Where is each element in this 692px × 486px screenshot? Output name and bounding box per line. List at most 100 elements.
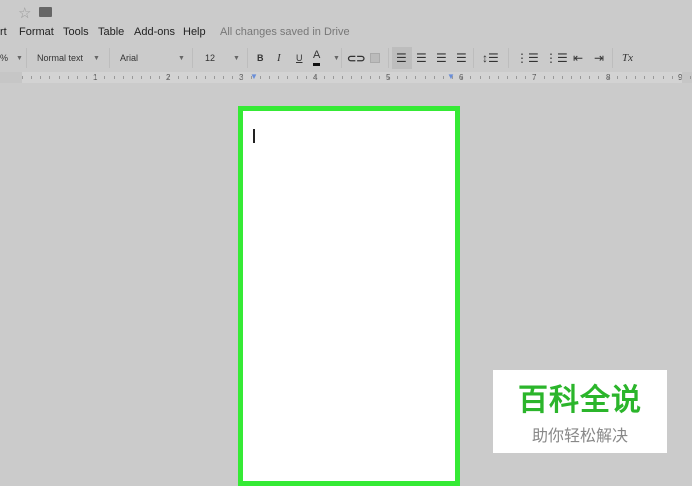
ruler-tick (607, 76, 609, 79)
link-icon[interactable]: ⊂⊃ (347, 46, 365, 70)
ruler-tick (323, 76, 325, 79)
ruler-tick (22, 76, 23, 79)
ruler-tick (214, 76, 216, 79)
folder-icon[interactable] (39, 7, 52, 17)
ruler-tick (543, 76, 545, 79)
ruler-tick (580, 76, 582, 79)
menu-addons[interactable]: Add-ons (134, 26, 175, 38)
menu-help[interactable]: Help (183, 26, 206, 38)
ruler[interactable]: 1 2 3 4 5 6 7 8 9 ▼ ▼ (0, 72, 692, 83)
ruler-tick (296, 76, 298, 79)
ruler-tick (662, 76, 664, 79)
italic-button[interactable]: I (277, 46, 281, 70)
ruler-tick (58, 76, 60, 79)
ruler-tick (269, 76, 271, 79)
font-value: Arial (120, 53, 139, 63)
watermark-title: 百科全说 (518, 384, 642, 417)
ruler-tick (351, 76, 353, 79)
ruler-tick (461, 76, 463, 79)
ruler-tick (470, 76, 472, 79)
ruler-tick (635, 76, 637, 79)
zoom-select[interactable]: % ▼ (0, 46, 23, 70)
line-spacing-icon[interactable]: ↕☰ (482, 46, 499, 70)
comment-icon[interactable] (370, 53, 380, 63)
ruler-tick (287, 76, 289, 79)
ruler-tick (552, 76, 554, 79)
style-value: Normal text (37, 53, 84, 63)
font-size-value: 12 (205, 53, 216, 63)
underline-button[interactable]: U (296, 46, 303, 70)
ruler-tick (168, 76, 170, 79)
ruler-tick (278, 76, 280, 79)
decrease-indent-icon[interactable]: ⇤ (573, 46, 583, 70)
ruler-tick (186, 76, 188, 79)
right-indent-marker-icon[interactable]: ▼ (447, 72, 455, 81)
align-right-icon[interactable]: ☰ (436, 46, 447, 70)
font-size-select[interactable]: 12 ▼ (205, 46, 240, 70)
ruler-tick (131, 76, 133, 79)
text-color-button[interactable]: A (313, 46, 321, 66)
ruler-tick (534, 76, 536, 79)
ruler-tick (49, 76, 51, 79)
ruler-tick (360, 76, 362, 79)
ruler-tick (433, 76, 435, 79)
ruler-tick (452, 76, 454, 79)
ruler-tick (159, 76, 161, 79)
ruler-tick (479, 76, 481, 79)
bulleted-list-icon[interactable]: ⋮☰ (545, 46, 568, 70)
ruler-tick (571, 76, 572, 79)
ruler-tick (223, 76, 225, 79)
ruler-tick (150, 76, 152, 79)
text-cursor (253, 129, 255, 143)
menu-tools[interactable]: Tools (63, 26, 89, 38)
ruler-tick (671, 76, 673, 79)
font-select[interactable]: Arial ▼ (120, 46, 185, 70)
ruler-tick (342, 76, 344, 79)
ruler-tick (406, 76, 408, 79)
justify-icon[interactable]: ☰ (456, 46, 467, 70)
ruler-tick (232, 76, 234, 79)
chevron-down-icon[interactable]: ▼ (333, 46, 340, 70)
align-center-icon[interactable]: ☰ (416, 46, 427, 70)
ruler-tick (314, 76, 316, 79)
watermark-subtitle: 助你轻松解决 (531, 428, 628, 445)
ruler-tick (250, 76, 252, 79)
ruler-tick (305, 76, 307, 79)
menu-insert[interactable]: rt (0, 26, 7, 38)
ruler-tick (259, 76, 261, 79)
ruler-tick (397, 76, 399, 79)
numbered-list-icon[interactable]: ⋮☰ (516, 46, 539, 70)
ruler-tick (516, 76, 518, 79)
watermark-logo: 百科全说 助你轻松解决 (493, 370, 667, 453)
ruler-tick (67, 76, 69, 79)
style-select[interactable]: Normal text ▼ (37, 46, 100, 70)
zoom-value: % (0, 53, 9, 63)
document-page[interactable] (238, 106, 460, 486)
ruler-tick (616, 76, 618, 79)
ruler-tick (488, 76, 490, 79)
menu-table[interactable]: Table (98, 26, 124, 38)
ruler-tick (140, 76, 142, 79)
ruler-tick (415, 76, 417, 79)
menu-format[interactable]: Format (19, 26, 54, 38)
title-bar: ☆ (0, 0, 692, 22)
ruler-tick (644, 76, 646, 79)
ruler-tick (589, 76, 591, 79)
ruler-tick (122, 76, 124, 79)
ruler-tick (506, 76, 508, 79)
ruler-tick (31, 76, 33, 79)
star-icon[interactable]: ☆ (18, 4, 31, 22)
ruler-tick (598, 76, 600, 79)
ruler-tick (205, 76, 206, 79)
clear-formatting-button[interactable]: Tx (622, 46, 633, 70)
ruler-tick (369, 76, 371, 79)
ruler-tick (388, 76, 389, 79)
ruler-tick (177, 76, 179, 79)
ruler-tick (195, 76, 197, 79)
ruler-tick (40, 76, 42, 79)
increase-indent-icon[interactable]: ⇥ (594, 46, 604, 70)
ruler-tick (95, 76, 97, 79)
align-left-icon: ☰ (396, 51, 407, 65)
save-status: All changes saved in Drive (220, 26, 350, 38)
bold-button[interactable]: B (257, 46, 264, 70)
